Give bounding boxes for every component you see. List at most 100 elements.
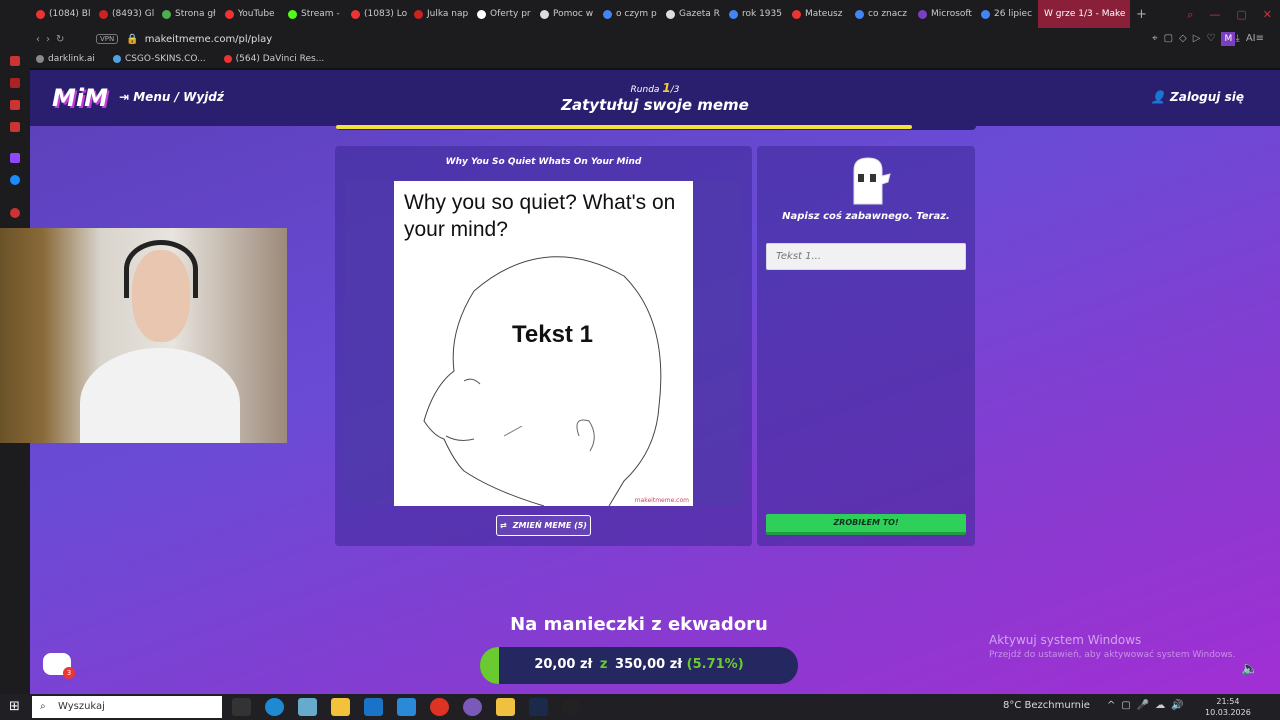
tab-active-label: W grze 1/3 - Make [1044, 9, 1126, 19]
tab-label: 26 lipiec [994, 9, 1033, 19]
taskbar-search-placeholder: Wyszukaj [58, 701, 105, 712]
sidebar-icon[interactable] [10, 100, 20, 110]
app-icon[interactable] [562, 698, 581, 716]
steam-icon[interactable] [529, 698, 548, 716]
search-tabs-icon[interactable]: ⌕ [1187, 8, 1193, 22]
edge-icon[interactable] [265, 698, 284, 716]
tab-favicon-icon [540, 9, 549, 19]
windows-taskbar: ⊞ ⌕ Wyszukaj 8°C Bezchmurnie ^▢🎤☁🔊 21:54… [0, 694, 1280, 720]
nav-buttons[interactable]: ‹›↻ [36, 34, 96, 45]
taskbar-apps [232, 698, 581, 716]
browser-tab[interactable]: co znacz [849, 0, 912, 28]
sidebar-icon[interactable] [10, 56, 20, 66]
messenger-icon[interactable] [10, 175, 20, 185]
system-tray[interactable]: ^▢🎤☁🔊 [1107, 700, 1190, 711]
bookmark-item[interactable]: CSGO-SKINS.CO... [112, 54, 206, 64]
browser-tab[interactable]: Gazeta R [660, 0, 723, 28]
activation-line-2: Przejdź do ustawień, aby aktywować syste… [989, 650, 1236, 660]
browser-tab[interactable]: 26 lipiec [975, 0, 1038, 28]
search-icon: ⌕ [40, 701, 46, 712]
tab-list: (1084) Bl (8493) Gl Strona gł YouTube Stream… [30, 0, 1038, 28]
opera-gx-icon[interactable] [463, 698, 482, 716]
fundraiser-amount: 20,00 zł z 350,00 zł (5.71%) [480, 657, 798, 672]
file-explorer-icon[interactable] [331, 698, 350, 716]
speaker-icon[interactable]: 🔈 [1241, 661, 1259, 677]
opera-icon[interactable] [430, 698, 449, 716]
bookmark-favicon-icon [223, 54, 232, 63]
clock-time: 21:54 [1216, 697, 1240, 706]
bookmark-label: darklink.ai [48, 54, 95, 64]
tab-active[interactable]: W grze 1/3 - Make [1038, 0, 1130, 28]
tab-favicon-icon [99, 9, 108, 19]
tab-label: Microsoft [931, 9, 972, 19]
webcam-person-shirt [80, 348, 240, 443]
taskbar-search[interactable]: ⌕ Wyszukaj [32, 696, 222, 718]
weather-widget[interactable]: 8°C Bezchmurnie [1003, 700, 1090, 711]
tab-favicon-icon [981, 9, 990, 19]
browser-tab[interactable]: Julka nap [408, 0, 471, 28]
url-field[interactable]: makeitmeme.com/pl/play [145, 34, 273, 45]
ai-button[interactable]: AI [1246, 33, 1256, 44]
tab-label: rok 1935 [742, 9, 782, 19]
caption-text-input[interactable] [766, 243, 966, 270]
browser-tab[interactable]: Mateusz [786, 0, 849, 28]
taskbar-clock[interactable]: 21:54 10.03.2026 [1205, 696, 1251, 718]
fundraiser-percent: (5.71%) [686, 657, 744, 672]
tab-favicon-icon [36, 9, 45, 19]
browser-tab[interactable]: (1084) Bl [30, 0, 93, 28]
tab-favicon-icon [792, 9, 801, 19]
toolbar-icons[interactable]: ⌖▢◇▷♡ M ⤓AI≡ [1152, 32, 1270, 46]
browser-tab[interactable]: YouTube [219, 0, 282, 28]
meme-watermark: makeitmeme.com [634, 497, 689, 504]
store-icon[interactable] [397, 698, 416, 716]
sidebar-icon[interactable] [10, 78, 20, 88]
tab-favicon-icon [855, 9, 864, 19]
minimize-icon[interactable]: — [1209, 8, 1220, 22]
submit-button[interactable]: ZROBIŁEM TO! [766, 514, 966, 535]
browser-tab[interactable]: Strona gł [156, 0, 219, 28]
browser-tab[interactable]: (8493) Gl [93, 0, 156, 28]
vpn-badge[interactable]: VPN [96, 34, 119, 44]
windows-start-icon[interactable]: ⊞ [9, 699, 20, 714]
meme-template-title: Why You So Quiet Whats On Your Mind [445, 157, 642, 167]
maximize-icon[interactable]: ▢ [1236, 8, 1246, 22]
tab-favicon-icon [477, 9, 486, 19]
browser-tab[interactable]: Oferty pr [471, 0, 534, 28]
new-tab-button[interactable]: + [1136, 7, 1147, 22]
tab-label: Pomoc w [553, 9, 594, 19]
login-button[interactable]: 👤 Zaloguj się [1151, 90, 1244, 104]
twitch-icon[interactable] [10, 153, 20, 163]
swap-meme-label: ZMIEŃ MEME (5) [512, 521, 587, 530]
swap-meme-button[interactable]: ⇄ ZMIEŃ MEME (5) [496, 515, 591, 536]
app-icon[interactable] [496, 698, 515, 716]
tab-favicon-icon [729, 9, 738, 19]
browser-tab-bar: (1084) Bl (8493) Gl Strona gł YouTube Stream… [0, 0, 1280, 28]
webcam-headset [124, 240, 198, 298]
task-view-icon[interactable] [232, 698, 251, 716]
chat-badge: 3 [63, 667, 75, 679]
browser-tab[interactable]: rok 1935 [723, 0, 786, 28]
tab-favicon-icon [414, 9, 423, 19]
browser-tab[interactable]: Microsoft [912, 0, 975, 28]
browser-tab[interactable]: Pomoc w [534, 0, 597, 28]
caption-card: Napisz coś zabawnego. Teraz. ZROBIŁEM TO… [757, 146, 975, 546]
tab-favicon-icon [666, 9, 675, 19]
caption-prompt: Napisz coś zabawnego. Teraz. [782, 211, 950, 222]
browser-tab[interactable]: Stream - [282, 0, 345, 28]
windows-activation-watermark: Aktywuj system Windows Przejdź do ustawi… [989, 633, 1235, 660]
page-title: Zatytułuj swoje meme [561, 96, 749, 114]
sidebar-icon[interactable] [10, 208, 20, 218]
browser-tab[interactable]: o czym p [597, 0, 660, 28]
copilot-icon[interactable] [298, 698, 317, 716]
window-controls: ⌕ — ▢ ✕ [1187, 8, 1272, 22]
tab-label: YouTube [238, 9, 275, 19]
bookmark-item[interactable]: (564) DaVinci Res... [223, 54, 324, 64]
bookmark-item[interactable]: darklink.ai [36, 54, 95, 64]
profile-avatar[interactable]: M [1221, 32, 1236, 46]
bookmarks-bar: darklink.ai CSGO-SKINS.CO... (564) DaVinci… [30, 50, 1280, 68]
browser-tab[interactable]: (1083) Lo [345, 0, 408, 28]
chat-icon[interactable]: 3 [43, 653, 75, 679]
outlook-icon[interactable] [364, 698, 383, 716]
close-icon[interactable]: ✕ [1263, 8, 1272, 22]
sidebar-icon[interactable] [10, 122, 20, 132]
